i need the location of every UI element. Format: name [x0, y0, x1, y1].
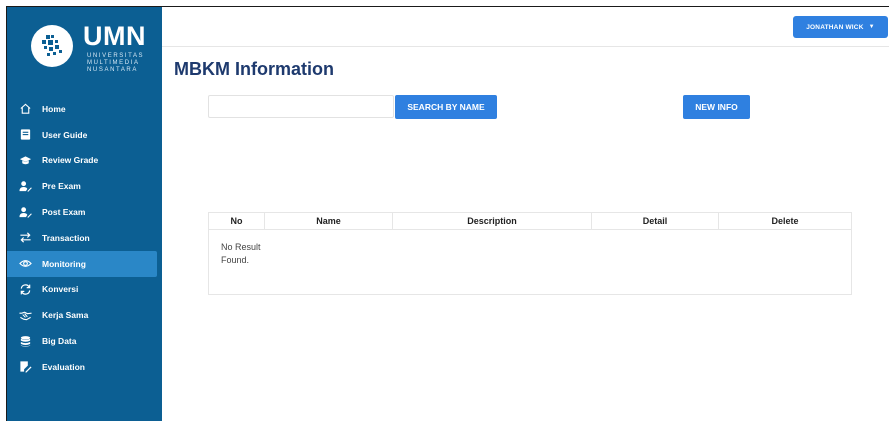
- sidebar-item-label: Evaluation: [42, 361, 85, 372]
- info-table: No Name Description Detail Delete No Res…: [208, 212, 852, 295]
- column-header-description: Description: [393, 213, 592, 229]
- search-input[interactable]: [208, 95, 394, 118]
- database-icon: [18, 334, 32, 348]
- sidebar-item-pre-exam[interactable]: Pre Exam: [7, 173, 162, 199]
- eye-icon: [18, 257, 32, 271]
- user-menu-button[interactable]: JONATHAN WICK ▼: [793, 16, 888, 38]
- home-icon: [18, 102, 32, 116]
- sidebar-item-post-exam[interactable]: Post Exam: [7, 199, 162, 225]
- column-header-no: No: [209, 213, 265, 229]
- sidebar-item-big-data[interactable]: Big Data: [7, 328, 162, 354]
- brand-line-3: NUSANTARA: [87, 67, 138, 73]
- brand-name: UMN: [83, 21, 146, 51]
- sync-icon: [18, 282, 32, 296]
- logo-dots-icon: [42, 35, 62, 56]
- book-icon: [18, 128, 32, 142]
- sidebar-item-monitoring[interactable]: Monitoring: [7, 250, 157, 277]
- sidebar-item-transaction[interactable]: Transaction: [7, 225, 162, 251]
- brand-logo[interactable]: UMN UNIVERSITAS MULTIMEDIA NUSANTARA: [31, 21, 155, 77]
- sidebar-item-label: Home: [42, 103, 66, 114]
- caret-down-icon: ▼: [868, 24, 875, 30]
- sidebar-nav: Home User Guide Review Grade Pre Exam Po…: [7, 96, 162, 380]
- sidebar-item-user-guide[interactable]: User Guide: [7, 122, 162, 148]
- user-edit-icon: [18, 179, 32, 193]
- sidebar-item-kerja-sama[interactable]: Kerja Sama: [7, 302, 162, 328]
- brand-line-2: MULTIMEDIA: [87, 60, 140, 66]
- column-header-delete: Delete: [771, 216, 799, 226]
- sidebar-item-evaluation[interactable]: Evaluation: [7, 354, 162, 380]
- sidebar-item-label: Transaction: [42, 232, 90, 243]
- empty-state-message: No Result Found.: [221, 242, 261, 265]
- top-bar: JONATHAN WICK ▼: [162, 7, 889, 47]
- new-info-button[interactable]: NEW INFO: [683, 95, 750, 119]
- sidebar-item-label: Big Data: [42, 336, 77, 347]
- sidebar-item-label: Monitoring: [42, 258, 86, 269]
- sidebar-item-label: Post Exam: [42, 207, 86, 218]
- sidebar: UMN UNIVERSITAS MULTIMEDIA NUSANTARA Hom…: [7, 7, 162, 421]
- clipboard-edit-icon: [18, 360, 32, 374]
- sidebar-item-konversi[interactable]: Konversi: [7, 277, 162, 303]
- user-edit-icon: [18, 205, 32, 219]
- sidebar-item-label: Kerja Sama: [42, 310, 89, 321]
- sidebar-item-label: User Guide: [42, 129, 88, 140]
- sidebar-item-review-grade[interactable]: Review Grade: [7, 148, 162, 174]
- graduation-cap-icon: [18, 153, 32, 167]
- search-by-name-button[interactable]: SEARCH BY NAME: [395, 95, 497, 119]
- column-header-detail: Detail: [592, 213, 719, 229]
- table-header: No Name Description Detail Delete: [209, 213, 851, 230]
- sidebar-item-home[interactable]: Home: [7, 96, 162, 122]
- sidebar-item-label: Review Grade: [42, 155, 99, 166]
- exchange-icon: [18, 231, 32, 245]
- handshake-icon: [18, 308, 32, 322]
- page-title: MBKM Information: [174, 59, 334, 79]
- sidebar-item-label: Konversi: [42, 284, 79, 295]
- app-window: UMN UNIVERSITAS MULTIMEDIA NUSANTARA Hom…: [6, 6, 889, 421]
- column-header-name: Name: [265, 213, 393, 229]
- sidebar-item-label: Pre Exam: [42, 181, 81, 192]
- user-name: JONATHAN WICK: [806, 23, 864, 31]
- brand-line-1: UNIVERSITAS: [87, 53, 145, 59]
